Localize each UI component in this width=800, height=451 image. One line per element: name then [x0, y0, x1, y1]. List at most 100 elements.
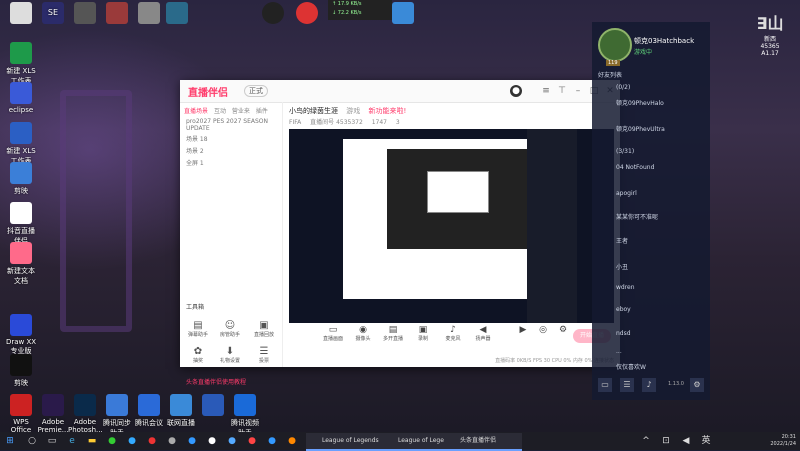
category-tag[interactable]: 游戏: [346, 107, 360, 115]
tray-up-icon[interactable]: ^: [640, 435, 652, 447]
scene-item[interactable]: 全屏 1: [186, 158, 204, 167]
desktop-icon-text[interactable]: 新建文本文档: [4, 242, 38, 286]
friend-group[interactable]: (0/2): [616, 84, 630, 91]
screen-capture-button[interactable]: ▭ 直播画面: [319, 325, 347, 342]
record-button[interactable]: ▣ 录制: [409, 325, 437, 342]
speaker-icon[interactable]: ◀: [680, 435, 692, 447]
app-icon[interactable]: ●: [206, 435, 218, 447]
speaker-button[interactable]: ◀ 扬声器: [469, 325, 497, 342]
camera-button[interactable]: ◉ 摄像头: [349, 325, 377, 342]
speaker-icon: ◀: [479, 325, 487, 335]
tool-admin[interactable]: ☺ 房管助手: [216, 320, 244, 338]
tab-plugins[interactable]: 插件: [256, 108, 268, 115]
tool-lottery[interactable]: ✿ 抽奖: [184, 346, 212, 364]
desktop-icon-douyin[interactable]: 抖音直播伴侣: [4, 202, 38, 246]
desktop-icon-eclipse[interactable]: eclipse: [4, 82, 38, 114]
app-icon[interactable]: ●: [186, 435, 198, 447]
desktop-icon-draw[interactable]: Draw XX专业版: [4, 314, 38, 356]
app-icon[interactable]: ●: [226, 435, 238, 447]
friends-heading: 好友列表: [598, 72, 623, 79]
desktop-icon-se[interactable]: SE: [36, 2, 70, 26]
qq-icon[interactable]: ●: [126, 435, 138, 447]
settings-icon[interactable]: ⚙: [690, 378, 704, 392]
tutorial-link[interactable]: 头条直播伴侣使用教程: [186, 377, 246, 386]
tool-replay[interactable]: ▣ 直播回放: [250, 320, 278, 338]
steam-icon[interactable]: ●: [166, 435, 178, 447]
list-icon[interactable]: ☰: [620, 378, 634, 392]
scene-item[interactable]: 场景 18: [186, 134, 208, 143]
clock[interactable]: 20:31 2022/1/24: [760, 434, 796, 448]
desktop-icon-photoshop[interactable]: Adobe Photosh...: [68, 394, 103, 434]
new-feature-badge[interactable]: 新功能来啦!: [368, 107, 406, 115]
friend-item[interactable]: apogirl: [616, 190, 637, 197]
friend-group[interactable]: (3/31): [616, 148, 634, 155]
desktop-icon-jianying[interactable]: 剪映: [4, 162, 38, 196]
desktop-icon[interactable]: [100, 2, 134, 26]
desktop-icon[interactable]: [196, 394, 230, 418]
desktop-icon-xls[interactable]: 新建 XLS 工作表: [4, 122, 38, 166]
avatar[interactable]: [598, 28, 632, 62]
minimize-icon[interactable]: –: [572, 85, 584, 97]
edge-icon[interactable]: e: [66, 435, 78, 447]
desktop-icon[interactable]: [160, 2, 194, 26]
tab-interact[interactable]: 互动: [214, 108, 226, 115]
wechat-icon[interactable]: ●: [106, 435, 118, 447]
desktop-icon-capcut[interactable]: 剪映: [4, 354, 38, 388]
firefox-icon[interactable]: ●: [286, 435, 298, 447]
search-icon[interactable]: ○: [26, 435, 38, 447]
network-icon[interactable]: ⊡: [660, 435, 672, 447]
folder-icon[interactable]: ▬: [86, 435, 98, 447]
desktop-icon-live[interactable]: 联网直播: [164, 394, 198, 428]
friend-item[interactable]: eboy: [616, 306, 631, 313]
scene-item[interactable]: 场景 2: [186, 146, 204, 155]
user-avatar[interactable]: ●: [510, 85, 522, 97]
taskbar-app-lol[interactable]: League of Legends: [306, 433, 394, 451]
chat-icon[interactable]: ▭: [598, 378, 612, 392]
version-badge[interactable]: 正式: [244, 85, 268, 97]
pin-icon[interactable]: ⊤: [556, 85, 568, 97]
input-icon[interactable]: 英: [700, 435, 712, 447]
taskbar-app-live[interactable]: 头条直播伴侣: [444, 433, 522, 451]
friend-item[interactable]: 顿克09PhevUltra: [616, 124, 665, 133]
scene-item[interactable]: pro2027 PES 2027 SEASON UPDATE: [186, 118, 276, 132]
friend-item[interactable]: 某某你可不准呢: [616, 212, 658, 221]
app-icon[interactable]: ●: [246, 435, 258, 447]
stream-preview[interactable]: [289, 129, 614, 323]
desktop-icon-wps[interactable]: WPS Office: [4, 394, 38, 434]
tool-vote[interactable]: ☰ 投票: [250, 346, 278, 364]
friend-item[interactable]: 王者: [616, 236, 628, 245]
player-name: 顿克03Hatchback: [634, 37, 695, 45]
friend-item[interactable]: wdren: [616, 284, 635, 291]
task-view-icon[interactable]: ▭: [46, 435, 58, 447]
app-icon[interactable]: ●: [146, 435, 158, 447]
live-companion-window: 直播伴侣 正式 ● ≡ ⊤ – □ ✕ 直播场景 互动 营业来 插件 pro20…: [180, 80, 620, 386]
tab-scenes[interactable]: 直播场景: [184, 108, 208, 115]
friend-item[interactable]: 小丑: [616, 262, 628, 271]
desktop-icon-meeting[interactable]: 腾讯会议: [132, 394, 166, 428]
tool-gift[interactable]: ⬇ 礼物设置: [216, 346, 244, 364]
friend-item[interactable]: ndsd: [616, 330, 631, 337]
desktop-icon-xls[interactable]: 新建 XLS 工作表: [4, 42, 38, 86]
friend-item[interactable]: 04 NotFound: [616, 164, 654, 171]
desktop-icon[interactable]: [290, 2, 324, 26]
taskbar: ⊞ ○ ▭ e ▬ ● ● ● ● ● ● ● ● ● ● League of …: [0, 432, 800, 451]
friend-item[interactable]: 仅仅喜欢W: [616, 362, 646, 371]
menu-icon[interactable]: ≡: [540, 85, 552, 97]
desktop-icon[interactable]: [4, 2, 38, 26]
windows-start-icon[interactable]: ⊞: [4, 435, 16, 447]
chat-icon: ▤: [193, 320, 203, 331]
multi-stream-button[interactable]: ▤ 多开直播: [379, 325, 407, 342]
app-icon[interactable]: ●: [266, 435, 278, 447]
vote-icon: ☰: [259, 346, 269, 357]
toolbox-heading: 工具箱: [186, 304, 205, 311]
friend-item[interactable]: ...: [616, 348, 622, 355]
desktop-icon[interactable]: [256, 2, 290, 26]
friend-item[interactable]: 顿克09PhevHalo: [616, 98, 664, 107]
microphone-icon[interactable]: ♪: [642, 378, 656, 392]
room-title[interactable]: 小鸟的绿茵生涯: [289, 107, 338, 115]
desktop-icon[interactable]: [68, 2, 102, 26]
tool-danmaku[interactable]: ▤ 弹幕助手: [184, 320, 212, 338]
desktop-icon-premiere[interactable]: Adobe Premie...: [36, 394, 70, 434]
tab-business[interactable]: 营业来: [232, 108, 250, 115]
microphone-button[interactable]: ♪ 麦克风: [439, 325, 467, 342]
